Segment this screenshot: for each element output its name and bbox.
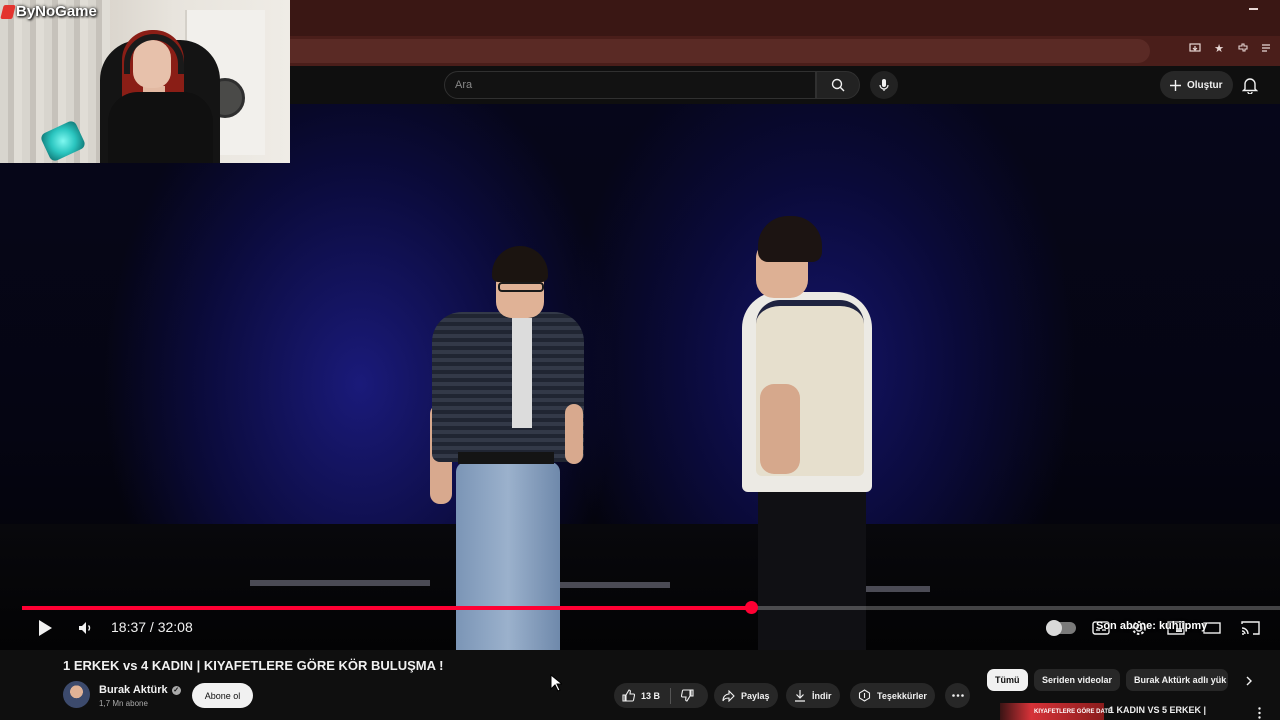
play-icon — [39, 620, 52, 636]
chip-series-videos[interactable]: Seriden videolar — [1034, 669, 1121, 691]
dislike-button[interactable] — [681, 689, 694, 702]
stream-logo: ByNoGame — [0, 3, 97, 20]
volume-icon — [79, 622, 91, 634]
recommendation-menu-button[interactable] — [1254, 706, 1264, 720]
share-icon — [722, 689, 735, 702]
progress-played — [22, 606, 751, 610]
chevron-right-icon — [1246, 676, 1252, 686]
channel-name[interactable]: Burak Aktürk — [99, 684, 168, 696]
webcam-overlay: ByNoGame — [0, 0, 290, 163]
play-button[interactable] — [34, 617, 56, 639]
create-label: Oluştur — [1187, 79, 1223, 91]
stream-overlay-text: Son abone: kuhiipmy — [1096, 620, 1208, 632]
thumbs-down-icon — [681, 689, 694, 702]
youtube-header: Oluştur — [290, 66, 1280, 104]
search-input[interactable] — [455, 72, 805, 98]
create-button[interactable]: Oluştur — [1160, 71, 1233, 99]
person-left-arm — [565, 404, 583, 464]
person-left-jeans — [456, 462, 560, 650]
search-button[interactable] — [816, 71, 860, 99]
progress-bar[interactable] — [22, 601, 1280, 614]
person-right-pants — [758, 484, 866, 650]
browser-toolbar-icons: ★ — [1188, 41, 1274, 55]
address-bar[interactable] — [290, 39, 1150, 63]
logo-mark-icon — [0, 4, 16, 19]
minimize-icon[interactable] — [1249, 8, 1258, 10]
mouse-cursor-icon — [550, 674, 562, 692]
more-actions-button[interactable] — [945, 683, 970, 708]
person-left-tee — [512, 318, 532, 428]
person-left-shirt — [432, 312, 584, 462]
thumbs-up-icon — [622, 689, 635, 702]
voice-search-button[interactable] — [870, 71, 898, 99]
like-dislike-group: 13 B — [614, 683, 708, 708]
chips-next-button[interactable] — [1242, 674, 1256, 688]
autoplay-toggle[interactable] — [1046, 620, 1076, 636]
progress-scrubber[interactable] — [745, 601, 758, 614]
chip-all[interactable]: Tümü — [987, 669, 1028, 691]
channel-avatar[interactable] — [63, 681, 90, 708]
person-left-belt — [458, 452, 554, 464]
recommendation-title[interactable]: 1 KADIN VS 5 ERKEK | — [1109, 705, 1206, 715]
cast-icon — [1241, 621, 1260, 635]
more-vertical-icon — [1257, 707, 1261, 719]
person-right-arm — [760, 384, 800, 474]
channel-name-row[interactable]: Burak Aktürk ✓ — [99, 684, 181, 696]
like-button[interactable]: 13 B — [622, 689, 660, 702]
recommendation-thumbnail-text: KIYAFETLERE GÖRE DATE — [1034, 709, 1113, 715]
thanks-button[interactable]: Teşekkürler — [850, 683, 935, 708]
streamer-body — [108, 92, 213, 163]
cast-button[interactable] — [1240, 619, 1262, 637]
video-title: 1 ERKEK vs 4 KADIN | KIYAFETLERE GÖRE KÖ… — [63, 658, 444, 673]
logo-text: ByNoGame — [16, 3, 97, 20]
person-left-glasses — [498, 282, 544, 292]
stage-equipment — [860, 586, 930, 592]
reading-list-icon[interactable] — [1260, 41, 1274, 55]
time-display: 18:37 / 32:08 — [111, 619, 193, 635]
microphone-icon — [879, 79, 889, 91]
chip-channel-uploads[interactable]: Burak Aktürk adlı yük — [1126, 669, 1228, 691]
bookmark-star-icon[interactable]: ★ — [1212, 41, 1226, 55]
browser-toolbar: ★ — [290, 36, 1280, 66]
subscribe-button[interactable]: Abone ol — [192, 683, 253, 708]
browser-titlebar — [290, 0, 1280, 36]
notifications-button[interactable] — [1242, 76, 1260, 94]
super-thanks-icon — [858, 689, 871, 702]
share-button[interactable]: Paylaş — [714, 683, 778, 708]
subscriber-count: 1,7 Mn abone — [99, 699, 148, 708]
stage-equipment — [250, 580, 430, 586]
verified-icon: ✓ — [171, 685, 181, 695]
install-app-icon[interactable] — [1188, 41, 1202, 55]
person-right-hair — [758, 216, 822, 262]
share-label: Paylaş — [741, 690, 770, 701]
screen: ★ Oluştur — [0, 0, 1280, 720]
video-player[interactable] — [0, 104, 1280, 650]
person-left-hair — [492, 246, 548, 282]
search-box — [444, 71, 816, 99]
download-button[interactable]: İndir — [786, 683, 840, 708]
extensions-icon[interactable] — [1236, 41, 1250, 55]
like-divider — [670, 687, 672, 704]
mute-button[interactable] — [76, 619, 96, 637]
search-icon — [831, 78, 845, 92]
plus-icon — [1170, 79, 1181, 91]
download-label: İndir — [812, 690, 832, 701]
like-count: 13 B — [641, 690, 661, 701]
thanks-label: Teşekkürler — [877, 690, 927, 701]
bell-icon — [1242, 78, 1258, 94]
more-horizontal-icon — [951, 694, 964, 697]
download-icon — [795, 690, 805, 702]
